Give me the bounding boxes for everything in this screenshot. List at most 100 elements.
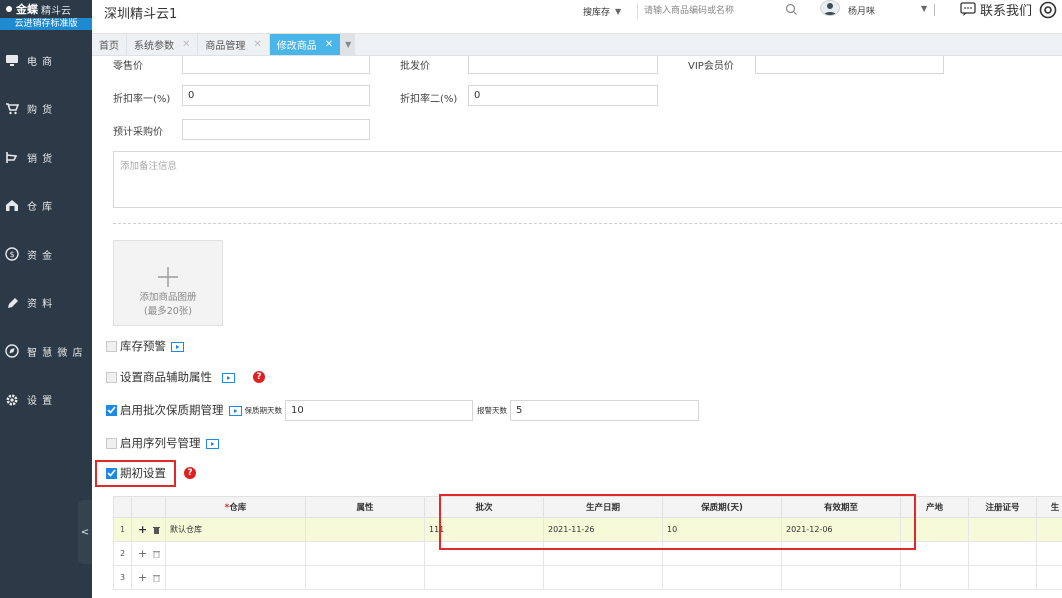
sidebar-item-ecommerce[interactable]: 电 商 — [0, 36, 92, 85]
help-icon[interactable]: ? — [184, 467, 196, 479]
trash-icon[interactable] — [153, 574, 161, 583]
row-actions: + — [131, 565, 166, 590]
add-album-button[interactable]: 添加商品图册 (最多20张) — [113, 240, 223, 326]
album-limit-label: (最多20张) — [143, 306, 192, 317]
cell-prod-date[interactable] — [543, 565, 663, 590]
row-number: 2 — [113, 541, 132, 566]
discount1-input[interactable] — [182, 85, 370, 106]
tab-home[interactable]: 首页 — [92, 34, 127, 55]
wholesale-price-input[interactable] — [468, 56, 658, 74]
remark-textarea[interactable] — [113, 151, 1062, 208]
sidebar-item-purchase[interactable]: 购 货 — [0, 85, 92, 134]
add-row-icon[interactable]: + — [138, 547, 147, 560]
retail-price-input[interactable] — [182, 56, 370, 74]
column-header-warehouse: *仓库 — [165, 496, 306, 518]
cell-origin[interactable] — [900, 565, 969, 590]
tab-system-params[interactable]: 系统参数 ✕ — [127, 34, 199, 55]
discount2-label: 折扣率二(%) — [400, 94, 458, 105]
column-header: 属性 — [305, 496, 425, 518]
sidebar-item-warehouse[interactable]: 仓 库 — [0, 182, 92, 231]
video-play-icon[interactable] — [228, 405, 242, 416]
cell-reg-no[interactable] — [968, 565, 1037, 590]
cell-expire-date[interactable] — [781, 565, 901, 590]
contact-us-button[interactable]: 联系我们 — [960, 0, 1032, 19]
discount2-input[interactable] — [468, 85, 658, 106]
username[interactable]: 杨月咪 — [848, 4, 875, 17]
aux-attr-checkbox[interactable] — [106, 371, 117, 383]
est-purchase-price-input[interactable] — [182, 119, 370, 140]
search-category-select[interactable]: 搜库存 ▼ — [583, 3, 621, 19]
cell-warehouse[interactable] — [165, 565, 306, 590]
tab-edit-product[interactable]: 修改商品 ✕ — [269, 34, 342, 55]
column-header: 注册证号 — [968, 496, 1037, 518]
sidebar-item-funds[interactable]: $ 资 金 — [0, 230, 92, 279]
chat-icon — [960, 2, 976, 16]
help-icon[interactable]: ? — [253, 371, 265, 383]
video-play-icon[interactable] — [171, 341, 184, 352]
logo[interactable]: 金蝶 精斗云 — [0, 0, 92, 18]
help-circle-icon[interactable] — [1039, 1, 1057, 19]
cell-extra[interactable] — [1036, 565, 1062, 590]
close-icon[interactable]: ✕ — [253, 39, 261, 50]
trash-icon[interactable] — [153, 550, 161, 559]
batch-mgmt-label: 启用批次保质期管理 — [120, 403, 224, 417]
alarm-days-input[interactable] — [510, 399, 699, 421]
sidebar-item-data[interactable]: 资 料 — [0, 279, 92, 328]
tab-bar: 首页 系统参数 ✕ 商品管理 ✕ 修改商品 ✕ ▼ — [92, 34, 1062, 56]
retail-price-label: 零售价 — [113, 61, 143, 72]
tab-label: 商品管理 — [205, 41, 246, 52]
album-label: 添加商品图册 — [139, 292, 197, 303]
sidebar-item-sales[interactable]: 销 货 — [0, 133, 92, 182]
logo-dot-icon — [6, 6, 12, 12]
add-row-icon[interactable]: + — [138, 523, 147, 536]
sidebar-item-label: 仓 库 — [27, 202, 54, 214]
computer-icon — [4, 52, 20, 68]
close-icon[interactable]: ✕ — [182, 39, 190, 50]
serial-mgmt-checkbox[interactable] — [106, 437, 117, 449]
vip-price-label: VIP会员价 — [688, 61, 734, 72]
search-category-label: 搜库存 — [583, 7, 611, 18]
sidebar-item-label: 智 慧 微 店 — [27, 347, 84, 359]
avatar[interactable] — [820, 0, 840, 16]
cell-reg-no[interactable] — [968, 541, 1037, 566]
cell-attr[interactable] — [305, 565, 425, 590]
chevron-down-icon[interactable]: ▼ — [921, 4, 927, 13]
video-play-icon[interactable] — [222, 372, 235, 383]
close-icon[interactable]: ✕ — [325, 39, 333, 50]
cell-shelf-days[interactable] — [662, 565, 782, 590]
batch-mgmt-checkbox[interactable] — [106, 404, 117, 416]
cell-warehouse[interactable] — [165, 541, 306, 566]
cell-warehouse[interactable]: 默认仓库 — [165, 517, 306, 542]
brand-sub: 精斗云 — [41, 5, 71, 17]
add-row-icon[interactable]: + — [138, 571, 147, 584]
tab-label: 系统参数 — [134, 41, 174, 52]
sidebar-collapse-button[interactable]: < — [78, 500, 92, 564]
tab-product-management[interactable]: 商品管理 ✕ — [198, 34, 270, 55]
cell-reg-no[interactable] — [968, 517, 1037, 542]
table-row[interactable]: 3 + — [113, 565, 1062, 590]
divider — [637, 3, 638, 19]
tab-more-dropdown[interactable]: ▼ — [341, 34, 356, 55]
edition-badge: 云进销存标准版 — [0, 18, 92, 30]
warehouse-icon — [4, 198, 20, 214]
trash-icon[interactable] — [153, 526, 161, 534]
stock-warning-checkbox[interactable] — [106, 340, 117, 352]
shelf-days-input[interactable] — [285, 399, 473, 421]
video-play-icon[interactable] — [205, 438, 219, 449]
shelf-days-label: 保质期天数 — [244, 405, 283, 415]
cell-batch[interactable] — [424, 565, 544, 590]
cell-attr[interactable] — [305, 517, 425, 542]
search-icon[interactable] — [785, 3, 799, 17]
cell-attr[interactable] — [305, 541, 425, 566]
cell-extra[interactable] — [1036, 517, 1062, 542]
search-input[interactable] — [644, 3, 792, 19]
divider — [934, 4, 935, 16]
chevron-down-icon: ▼ — [345, 40, 352, 49]
vip-price-input[interactable] — [755, 56, 944, 74]
sidebar-item-micro-shop[interactable]: 智 慧 微 店 — [0, 327, 92, 376]
sidebar: 金蝶 精斗云 云进销存标准版 电 商 购 货 销 货 仓 库 $ 资 金 资 料… — [0, 0, 92, 598]
cell-extra[interactable] — [1036, 541, 1062, 566]
sidebar-item-settings[interactable]: 设 置 — [0, 376, 92, 425]
row-actions: + — [131, 517, 166, 542]
sidebar-item-label: 资 料 — [27, 299, 54, 311]
